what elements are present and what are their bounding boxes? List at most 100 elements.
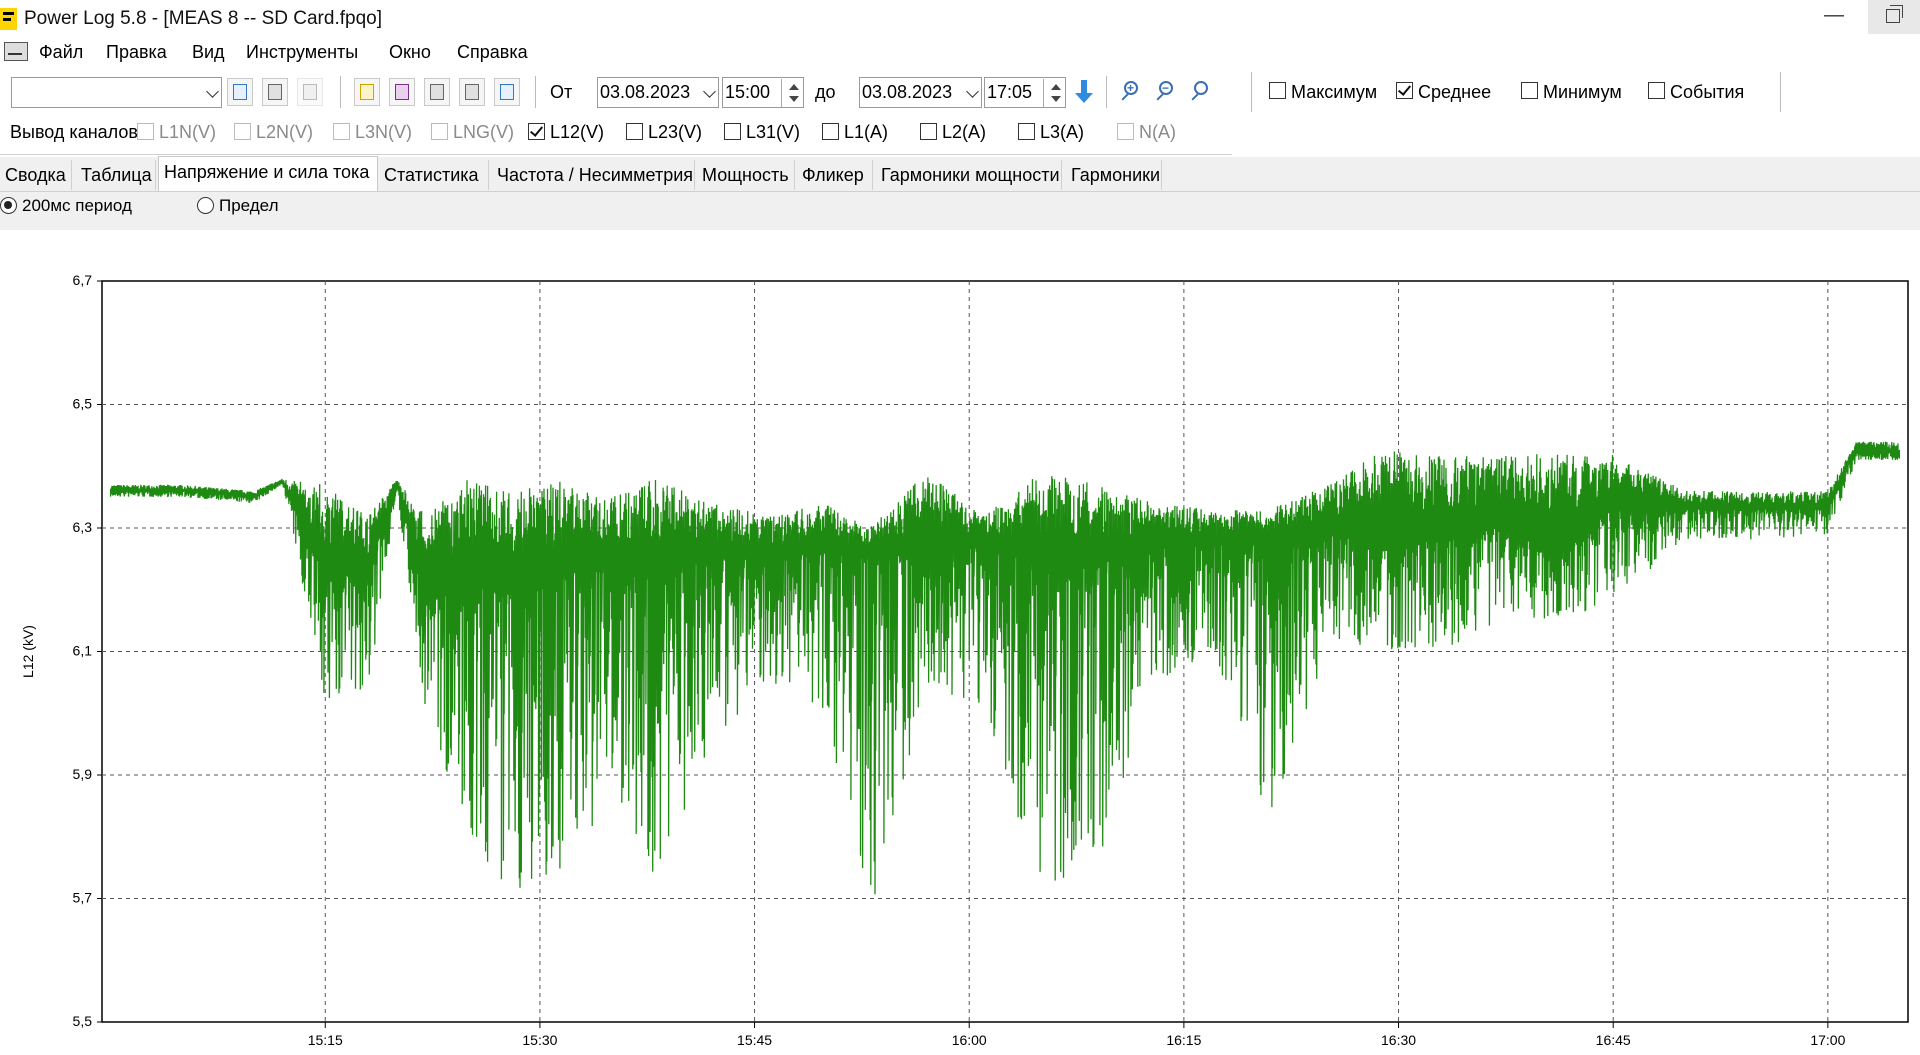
chevron-down-icon [966,85,979,98]
sd-card-icon [268,84,282,100]
print-icon [430,84,444,100]
from-time-field[interactable]: 15:00 [722,77,804,108]
channel-label-l1a: L1(A) [844,122,889,142]
channel-label-l12: L12(V) [550,122,605,142]
y-tick-label: 5,5 [73,1013,93,1029]
title-bar: Power Log 5.8 - [MEAS 8 -- SD Card.fpqo]… [0,0,1920,38]
channel-label-l31: L31(V) [746,122,801,142]
tab-harmonics[interactable]: Гармоники [1066,160,1162,190]
toolbar-separator [535,76,536,108]
tab-table[interactable]: Таблица [76,160,156,190]
menu-help[interactable]: Справка [457,42,528,63]
channel-label-l3a: L3(A) [1040,122,1085,142]
chevron-down-icon [703,85,716,98]
min-label: Минимум [1543,82,1622,102]
channel-checkbox-na[interactable] [1117,123,1134,140]
export-icon [500,84,514,100]
from-date-value: 03.08.2023 [600,82,691,102]
to-label: до [815,82,836,102]
channel-checkbox-l31[interactable] [724,123,741,140]
download-button[interactable] [227,78,253,106]
y-tick-label: 6,1 [73,643,93,659]
from-time-spinner-icon[interactable] [781,79,804,107]
x-tick-label: 16:30 [1381,1032,1416,1048]
limit-label: Предел [219,196,279,215]
download-icon [233,84,247,100]
menu-window[interactable]: Окно [389,42,431,63]
y-axis-label: L12 (kV) [20,625,36,678]
x-tick-label: 15:30 [522,1032,557,1048]
channel-checkbox-l2n[interactable] [234,123,251,140]
events-checkbox[interactable] [1648,82,1665,99]
sd-card-button[interactable] [262,78,288,106]
channel-label-l2a: L2(A) [942,122,987,142]
menu-edit[interactable]: Правка [106,42,167,63]
toolbar-separator [1251,72,1252,112]
events-label: События [1670,82,1745,102]
tab-summary[interactable]: Сводка [0,160,72,190]
channel-checkbox-lng[interactable] [431,123,448,140]
to-time-field[interactable]: 17:05 [984,77,1066,108]
channel-checkbox-l3a[interactable] [1018,123,1035,140]
channel-label-l2n: L2N(V) [256,122,314,142]
channels-label: Вывод каналов [10,122,138,142]
window-menu-icon[interactable] [4,42,28,61]
channel-checkbox-l12[interactable] [528,123,545,140]
min-checkbox[interactable] [1521,82,1538,99]
channel-checkbox-l1a[interactable] [822,123,839,140]
channel-label-lng: LNG(V) [453,122,515,142]
report-icon [465,84,479,100]
y-tick-label: 5,9 [73,766,93,782]
export-button[interactable] [494,78,520,106]
period-200ms-radio[interactable] [0,197,17,214]
x-tick-label: 15:45 [737,1032,772,1048]
x-tick-label: 15:15 [308,1032,343,1048]
menu-view[interactable]: Вид [192,42,225,63]
app-logo-icon [0,8,17,30]
channel-checkbox-l1n[interactable] [137,123,154,140]
restore-button[interactable] [1868,0,1920,34]
to-date-value: 03.08.2023 [862,82,953,102]
sd-card-save-button[interactable] [297,78,323,106]
zoom-reset-button[interactable] [1189,78,1217,106]
avg-checkbox[interactable] [1396,82,1413,99]
max-label: Максимум [1291,82,1378,102]
toolbar-separator [340,76,341,108]
y-tick-label: 5,7 [73,890,93,906]
to-time-spinner-icon[interactable] [1043,79,1066,107]
from-label: От [550,82,573,102]
tab-statistics[interactable]: Статистика [379,160,489,190]
x-tick-label: 16:00 [952,1032,987,1048]
channel-checkbox-l3n[interactable] [333,123,350,140]
minimize-button[interactable]: — [1820,4,1848,32]
x-tick-label: 16:45 [1596,1032,1631,1048]
x-tick-label: 16:15 [1166,1032,1201,1048]
zoom-out-button[interactable]: − [1154,78,1182,106]
tab-voltage-current[interactable]: Напряжение и сила тока [158,156,378,191]
to-date-picker[interactable]: 03.08.2023 [859,77,982,108]
max-checkbox[interactable] [1269,82,1286,99]
channel-checkbox-l2a[interactable] [920,123,937,140]
save-icon [395,84,409,100]
channel-checkbox-l23[interactable] [626,123,643,140]
from-date-picker[interactable]: 03.08.2023 [597,77,719,108]
apply-range-button[interactable] [1071,77,1097,107]
tab-power[interactable]: Мощность [697,160,795,190]
save-button[interactable] [389,78,415,106]
open-button[interactable] [354,78,380,106]
device-select[interactable] [11,77,222,108]
tab-power-harmonics[interactable]: Гармоники мощности [876,160,1062,190]
y-tick-label: 6,7 [73,272,93,288]
print-button[interactable] [424,78,450,106]
tab-flicker[interactable]: Фликер [797,160,873,190]
zoom-in-button[interactable]: + [1119,78,1147,106]
report-button[interactable] [459,78,485,106]
voltage-chart[interactable]: 6,7 6,5 6,3 6,1 5,9 5,7 5,5 15:15 15:30 15:45 16:0… [0,230,1920,1055]
limit-radio[interactable] [197,197,214,214]
tab-frequency-unbalance[interactable]: Частота / Несимметрия [492,160,695,190]
menu-tools[interactable]: Инструменты [246,42,358,63]
toolbar-separator [1780,72,1781,112]
menu-file[interactable]: Файл [39,42,83,63]
y-tick-label: 6,5 [73,396,93,412]
from-time-value: 15:00 [725,82,771,102]
